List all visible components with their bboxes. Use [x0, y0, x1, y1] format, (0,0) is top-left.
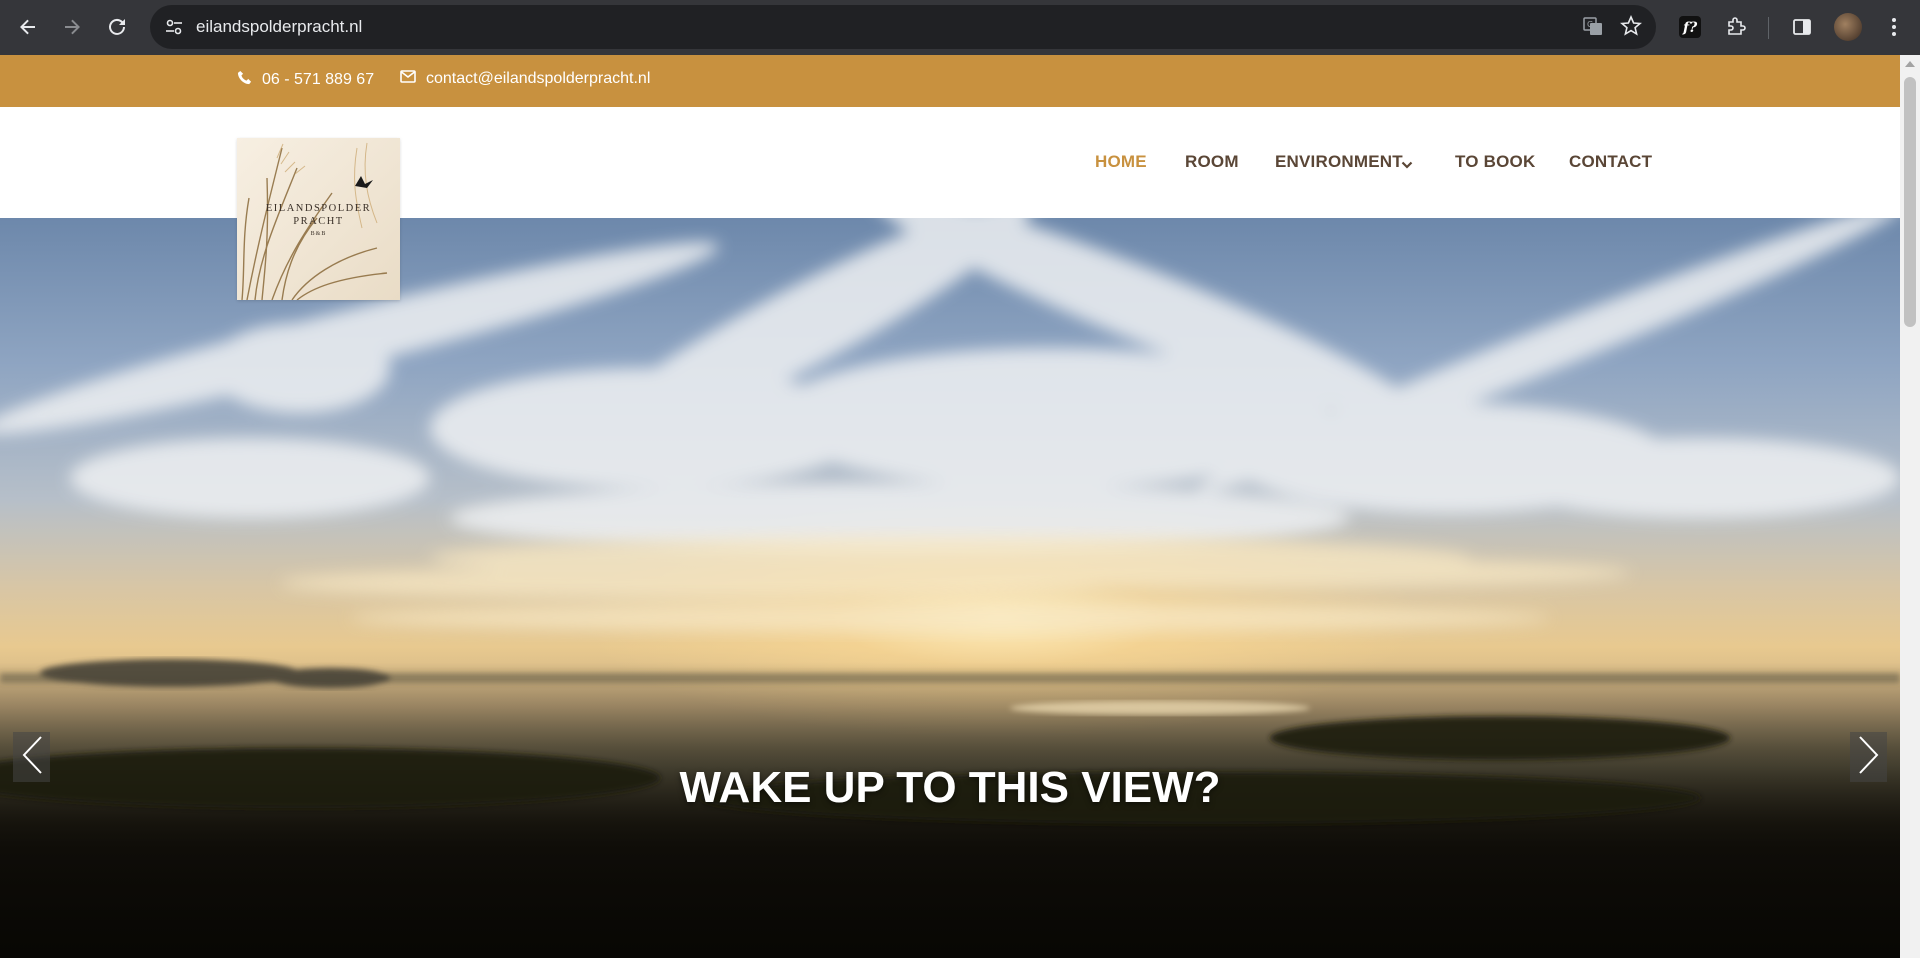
translate-icon[interactable]: G — [1582, 15, 1604, 42]
menu-item-environment[interactable]: ENVIRONMENT — [1275, 152, 1403, 172]
site-info-icon[interactable] — [164, 17, 184, 37]
scrollbar-thumb[interactable] — [1904, 77, 1916, 327]
puzzle-icon[interactable] — [1720, 11, 1752, 43]
side-panel-icon[interactable] — [1786, 11, 1818, 43]
url-text[interactable]: eilandspolderpracht.nl — [196, 17, 362, 37]
email-contact[interactable]: contact@eilandspolderpracht.nl — [400, 70, 650, 88]
logo-name-line1: EILANDSPOLDER — [265, 203, 372, 214]
logo-subtitle: B&B — [310, 231, 327, 237]
scroll-up-arrow-icon[interactable] — [1905, 61, 1915, 67]
menu-item-to-book[interactable]: TO BOOK — [1455, 152, 1535, 172]
site-logo[interactable]: EILANDSPOLDER PRACHT B&B — [237, 138, 400, 300]
font-extension-icon[interactable]: f? — [1674, 11, 1706, 43]
menu-item-environment-label: ENVIRONMENT — [1275, 152, 1403, 171]
profile-avatar[interactable] — [1834, 13, 1862, 41]
address-bar[interactable]: eilandspolderpracht.nl G — [150, 5, 1656, 49]
bird-icon — [355, 176, 373, 188]
web-page: 06 - 571 889 67 contact@eilandspolderpra… — [0, 55, 1900, 958]
page-scrollbar[interactable] — [1900, 55, 1920, 958]
phone-icon — [237, 70, 252, 90]
phone-number[interactable]: 06 - 571 889 67 — [262, 71, 374, 89]
star-icon[interactable] — [1620, 14, 1642, 42]
hero-landscape-image — [0, 218, 1900, 824]
svg-text:G: G — [1587, 20, 1593, 29]
menu-item-contact[interactable]: CONTACT — [1569, 152, 1652, 172]
menu-item-home[interactable]: HOME — [1095, 152, 1147, 172]
hero-title: WAKE UP TO THIS VIEW? — [679, 763, 1221, 812]
contact-topbar: 06 - 571 889 67 contact@eilandspolderpra… — [0, 55, 1900, 107]
kebab-menu-icon[interactable] — [1878, 11, 1910, 43]
chevron-down-icon[interactable] — [1401, 157, 1413, 175]
back-arrow-icon[interactable] — [13, 12, 43, 42]
reload-icon[interactable] — [102, 12, 132, 42]
logo-text: EILANDSPOLDER PRACHT — [237, 202, 400, 228]
svg-text:f?: f? — [1682, 20, 1698, 36]
envelope-icon — [400, 70, 416, 88]
email-address[interactable]: contact@eilandspolderpracht.nl — [426, 70, 650, 88]
logo-name-line2: PRACHT — [293, 216, 344, 227]
toolbar-divider — [1768, 17, 1769, 39]
hero-slider: WAKE UP TO THIS VIEW? — [0, 218, 1900, 958]
browser-toolbar: eilandspolderpracht.nl G f? — [0, 0, 1920, 55]
phone-contact[interactable]: 06 - 571 889 67 — [237, 70, 374, 90]
forward-arrow-icon[interactable] — [57, 12, 87, 42]
menu-item-room[interactable]: ROOM — [1185, 152, 1239, 172]
